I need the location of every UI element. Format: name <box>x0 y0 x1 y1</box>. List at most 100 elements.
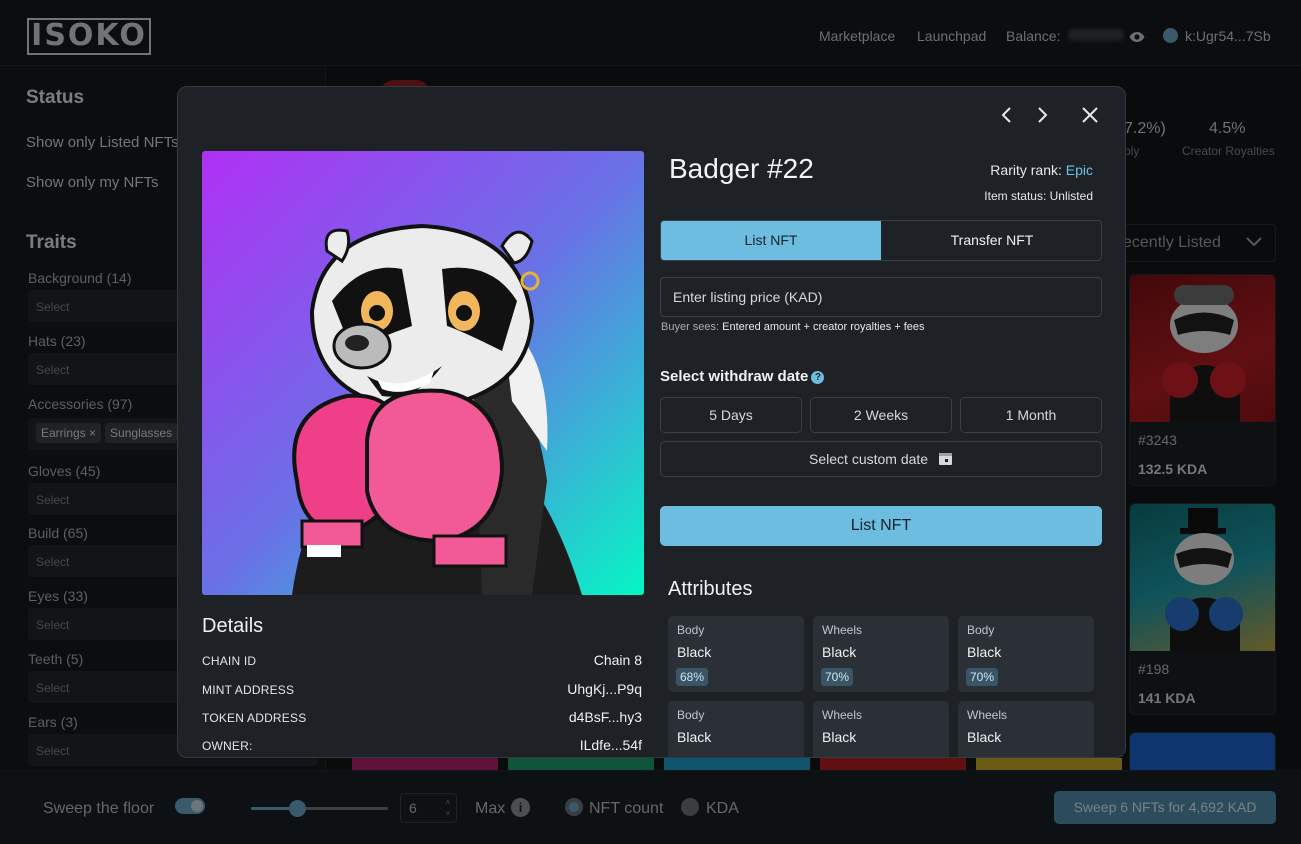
attribute-value: Black <box>822 644 857 660</box>
nft-title: Badger #22 <box>669 153 814 184</box>
attribute-card: Body Black 68% <box>668 616 804 692</box>
supply-label: ply <box>1124 144 1140 158</box>
attributes-title: Attributes <box>668 578 753 600</box>
trait-label-hats: Hats (23) <box>28 333 86 349</box>
detail-value-owner[interactable]: ILdfe...54f <box>580 737 642 753</box>
nft-image <box>202 151 644 595</box>
attribute-card: Body Black <box>668 701 804 757</box>
nft-card[interactable]: #3243 132.5 KDA <box>1129 274 1276 486</box>
attribute-rarity: 68% <box>676 668 709 686</box>
nav-marketplace[interactable]: Marketplace <box>819 28 895 44</box>
logo[interactable]: ISOKO <box>27 18 151 55</box>
buyer-text: Entered amount + creator royalties + fee… <box>722 321 925 333</box>
tab-list-nft[interactable]: List NFT <box>661 221 881 260</box>
max-label[interactable]: Max <box>475 800 505 818</box>
close-icon[interactable] <box>1080 105 1100 130</box>
count-value: 6 <box>409 800 417 816</box>
rarity-rank: Rarity rank: Epic <box>990 162 1093 178</box>
balance-hidden-value <box>1068 29 1124 41</box>
detail-label-chain: CHAIN ID <box>202 654 257 668</box>
traits-title: Traits <box>26 232 77 253</box>
detail-value-token[interactable]: d4BsF...hy3 <box>569 709 642 725</box>
attribute-type: Wheels <box>822 623 863 637</box>
tab-transfer-nft[interactable]: Transfer NFT <box>882 221 1101 260</box>
chip-earrings[interactable]: Earrings × <box>36 423 102 443</box>
supply-value: 7.2%) <box>1124 120 1166 137</box>
list-nft-button[interactable]: List NFT <box>660 506 1102 546</box>
trait-label-accessories: Accessories (97) <box>28 396 133 412</box>
sweep-bar: Sweep the floor 6 ˄ ˅ Max i NFT count KDA… <box>0 770 1301 844</box>
nft-modal: Details CHAIN ID Chain 8 MINT ADDRESS Uh… <box>177 86 1126 758</box>
detail-label-mint: MINT ADDRESS <box>202 683 295 697</box>
buyer-label: Buyer sees: <box>661 321 720 333</box>
count-stepper[interactable]: 6 ˄ ˅ <box>400 793 457 823</box>
attribute-value: Black <box>677 729 712 745</box>
wallet-avatar <box>1163 28 1178 43</box>
info-icon[interactable]: i <box>511 798 530 817</box>
stepper-arrows-icon[interactable]: ˄ ˅ <box>445 797 450 819</box>
sweep-button[interactable]: Sweep 6 NFTs for 4,692 KAD <box>1054 791 1276 824</box>
trait-label-ears: Ears (3) <box>28 714 78 730</box>
attribute-value: Black <box>967 729 1002 745</box>
attribute-rarity: 70% <box>966 668 999 686</box>
detail-label-owner: OWNER: <box>202 739 253 753</box>
top-navigation: ISOKO Marketplace Launchpad Balance: k:U… <box>0 0 1301 66</box>
chevron-down-icon <box>1245 235 1263 253</box>
attribute-type: Wheels <box>822 708 863 722</box>
nft-card-id: #3243 <box>1138 432 1177 448</box>
attribute-type: Body <box>677 708 705 722</box>
detail-value-chain: Chain 8 <box>593 652 642 668</box>
calendar-icon <box>938 444 953 478</box>
trait-label-background: Background (14) <box>28 270 132 286</box>
close-icon[interactable]: × <box>89 426 96 440</box>
date-5-days-button[interactable]: 5 Days <box>660 397 802 433</box>
sort-label: ecently Listed <box>1123 234 1221 251</box>
nav-launchpad[interactable]: Launchpad <box>917 28 986 44</box>
filter-my-nfts[interactable]: Show only my NFTs <box>26 174 159 191</box>
eye-icon[interactable] <box>1129 30 1145 48</box>
date-2-weeks-button[interactable]: 2 Weeks <box>810 397 952 433</box>
rarity-label: Rarity rank: <box>990 162 1062 178</box>
attribute-rarity: 70% <box>821 668 854 686</box>
chip-label: Sunglasses <box>110 426 173 440</box>
prev-icon[interactable] <box>1000 105 1014 130</box>
attribute-card: Body Black 70% <box>958 616 1094 692</box>
radio-kda[interactable] <box>681 798 699 816</box>
nft-card-id: #198 <box>1138 661 1170 677</box>
custom-date-button[interactable]: Select custom date <box>660 441 1102 477</box>
attribute-card: Wheels Black 70% <box>813 616 949 692</box>
filter-listed-only[interactable]: Show only Listed NFTs <box>26 134 179 151</box>
nft-card-image <box>1130 275 1275 422</box>
buyer-sees-note: Buyer sees: Entered amount + creator roy… <box>661 321 925 333</box>
date-1-month-button[interactable]: 1 Month <box>960 397 1102 433</box>
nft-card-image <box>1130 504 1275 651</box>
nft-card[interactable]: #198 141 KDA <box>1129 503 1276 715</box>
sweep-toggle[interactable] <box>175 798 205 814</box>
trait-label-build: Build (65) <box>28 525 88 541</box>
trait-label-teeth: Teeth (5) <box>28 651 84 667</box>
attribute-type: Body <box>677 623 705 637</box>
sort-dropdown[interactable]: ecently Listed <box>1110 224 1276 262</box>
wallet-address[interactable]: k:Ugr54...7Sb <box>1185 28 1271 44</box>
detail-value-mint[interactable]: UhgKj...P9q <box>567 681 642 697</box>
trait-label-eyes: Eyes (33) <box>28 588 88 604</box>
next-icon[interactable] <box>1035 105 1049 130</box>
detail-label-token: TOKEN ADDRESS <box>202 711 307 725</box>
radio-nft-count-label: NFT count <box>589 800 664 817</box>
sweep-label: Sweep the floor <box>43 800 155 817</box>
status-title: Status <box>26 87 85 108</box>
details-title: Details <box>202 615 264 637</box>
attribute-card: Wheels Black <box>813 701 949 757</box>
radio-nft-count[interactable] <box>565 798 583 816</box>
royalties-value: 4.5% <box>1209 120 1246 137</box>
listing-price-input[interactable] <box>660 277 1102 317</box>
sweep-slider-thumb[interactable] <box>289 800 306 817</box>
attribute-type: Body <box>967 623 995 637</box>
help-icon[interactable]: ? <box>811 371 825 384</box>
rarity-value: Epic <box>1065 162 1093 178</box>
nft-card-price: 141 KDA <box>1138 690 1196 706</box>
attribute-value: Black <box>822 729 857 745</box>
attribute-type: Wheels <box>967 708 1008 722</box>
chip-sunglasses[interactable]: Sunglasses <box>105 423 178 443</box>
attribute-card: Wheels Black <box>958 701 1094 757</box>
